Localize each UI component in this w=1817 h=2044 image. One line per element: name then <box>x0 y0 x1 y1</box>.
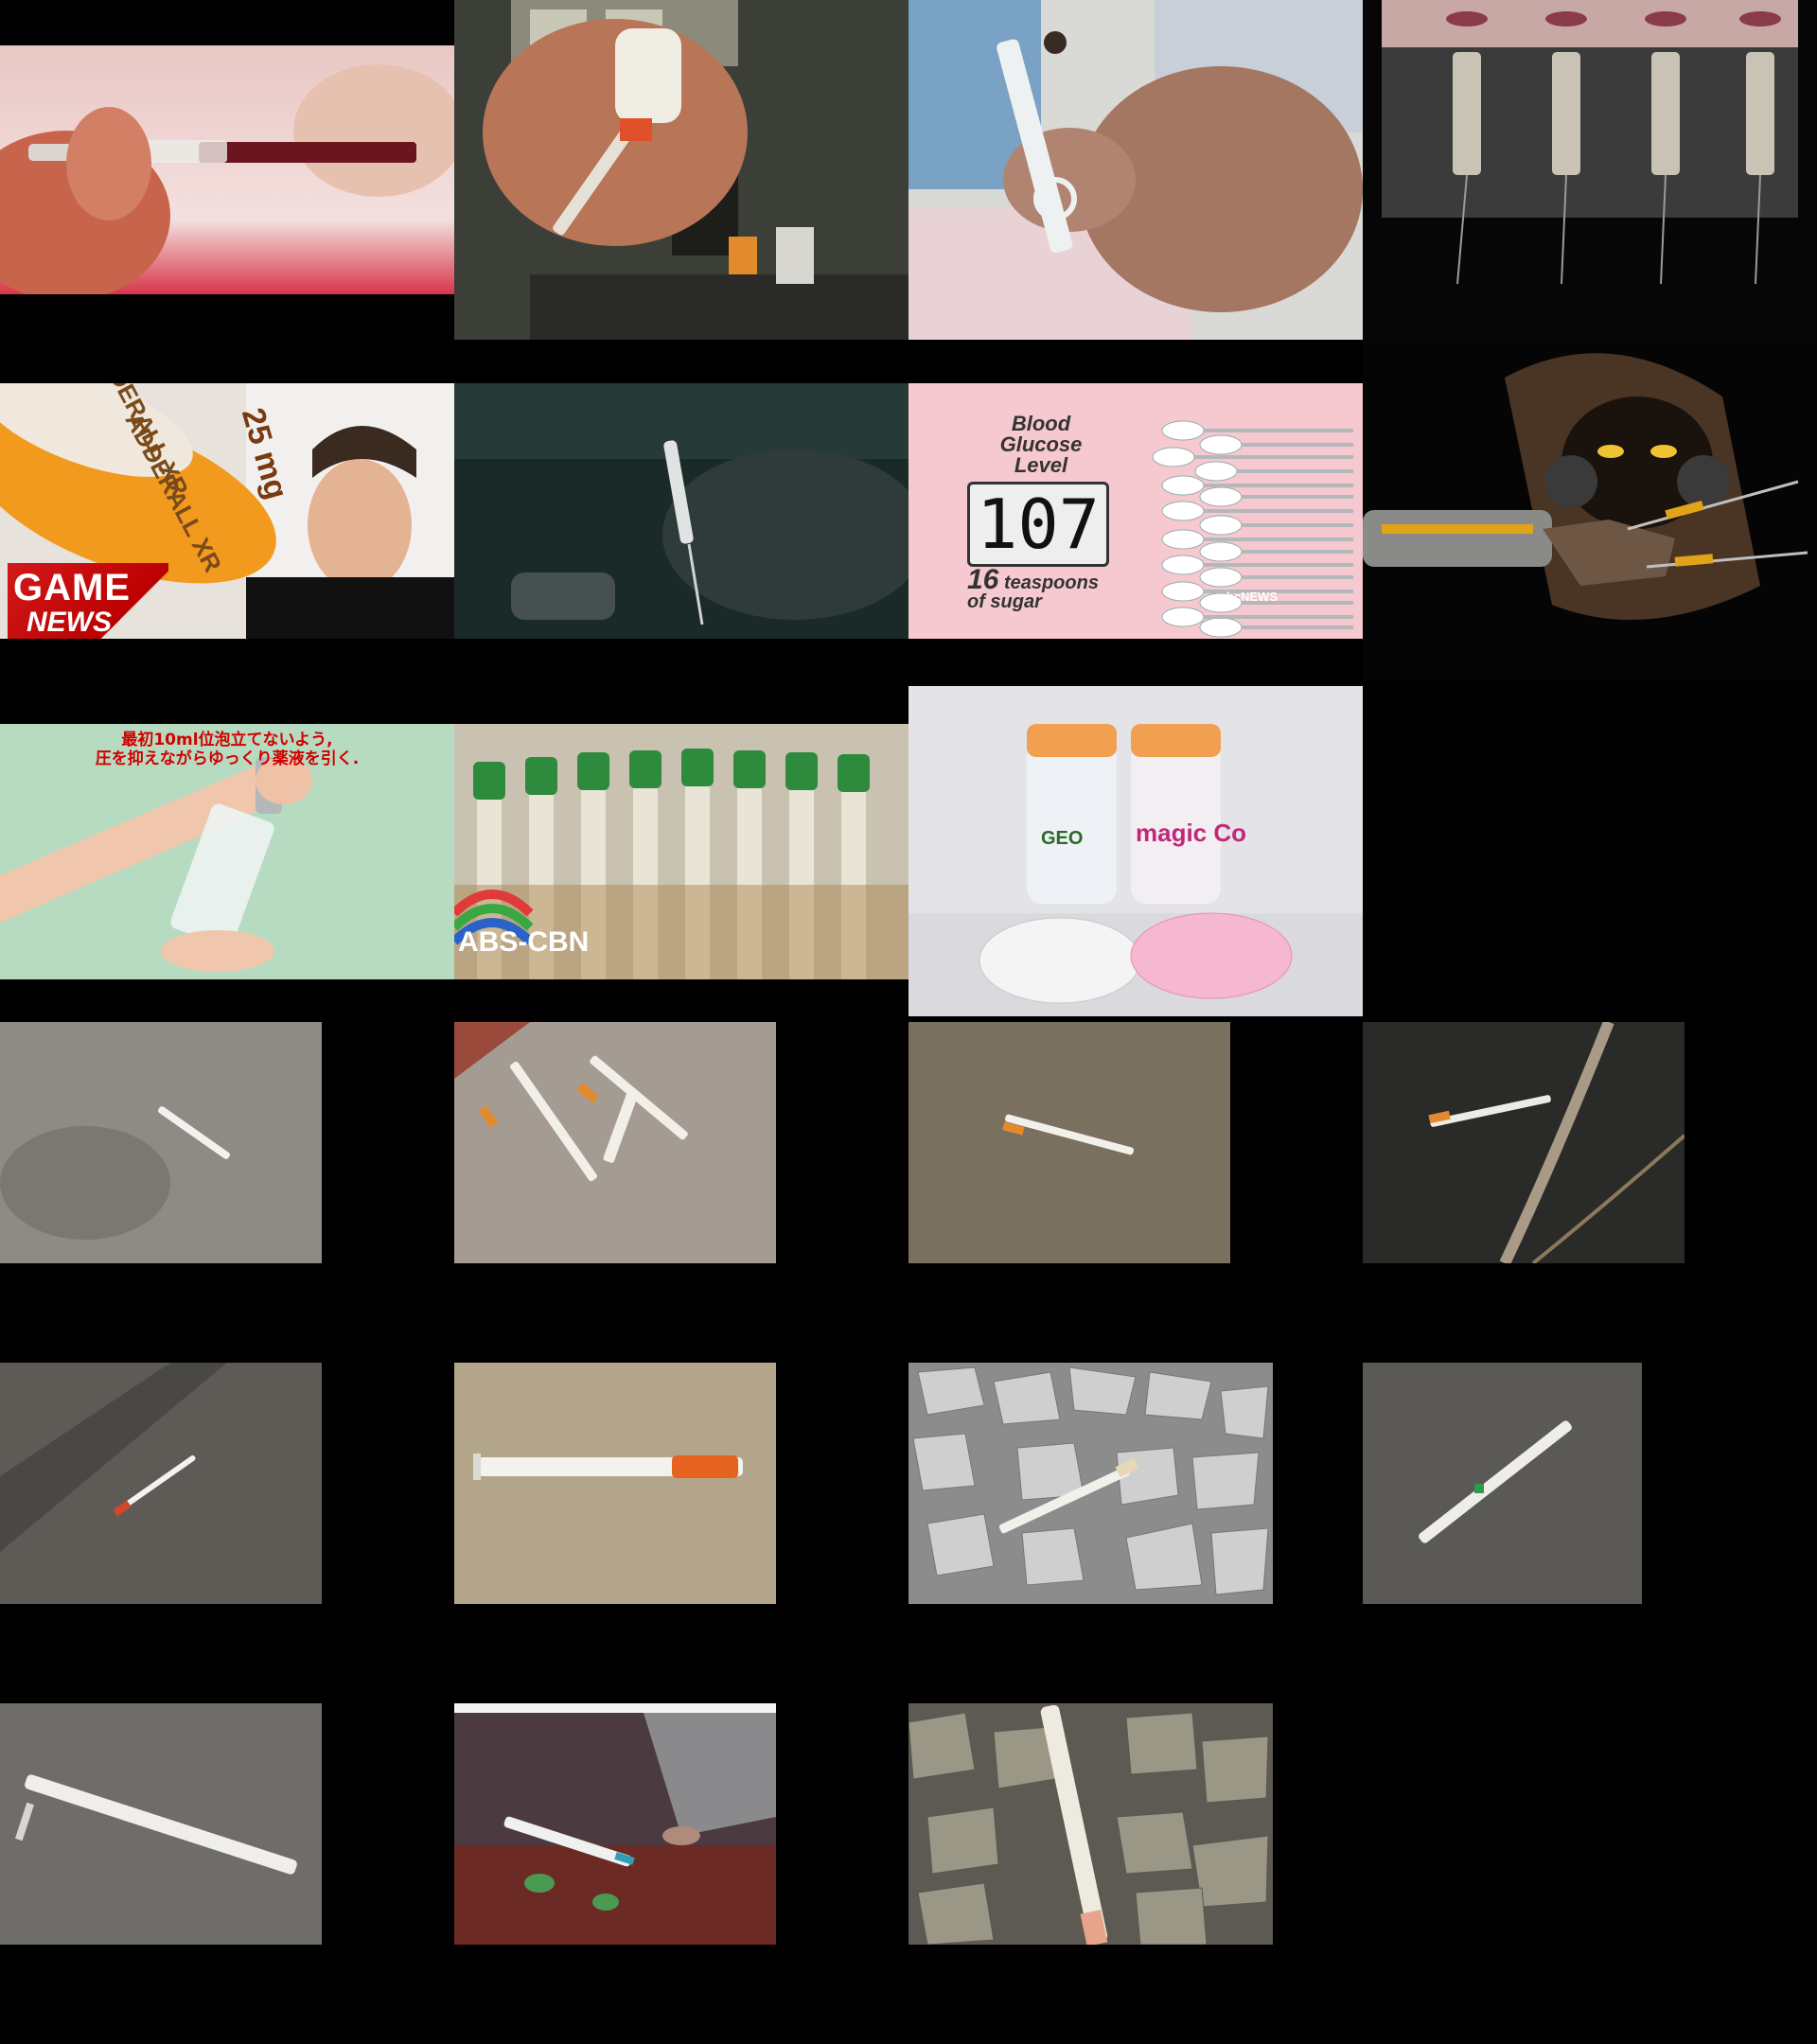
syringe-dirt-image <box>908 1022 1230 1263</box>
thumbnail-syringe-gravel[interactable] <box>908 1363 1273 1604</box>
teaspoons-line-2: of sugar <box>967 591 1042 612</box>
glucose-title: Blood Glucose Level <box>975 414 1107 476</box>
thumbnail-syringe-blood-draw[interactable] <box>0 45 454 294</box>
thumbnail-syringes-sidewalk[interactable] <box>454 1022 776 1263</box>
brand-label-2: magic Co <box>1136 819 1247 847</box>
thumbnail-syringes-hanging-dark[interactable] <box>1363 0 1817 340</box>
thumbnail-blood-glucose-infographic[interactable]: Blood Glucose Level 107 16 teaspoons of … <box>908 383 1363 639</box>
thumbnail-pills-presenter[interactable]: ADDERALL XR 25 mg ADDERALL XR GAME NEWS <box>0 383 454 639</box>
syringe-asphalt-close-image <box>0 1703 322 1945</box>
syringe-dark-ground-image <box>1363 1022 1685 1263</box>
contact-lens-vials-image <box>908 686 1363 1016</box>
thumbnail-syringe-hands-newspaper[interactable] <box>908 0 1363 340</box>
glucose-title-line-2: Glucose <box>999 432 1083 456</box>
syringe-blood-draw-image <box>0 45 454 294</box>
syringe-pavement-orange-image <box>454 1363 776 1604</box>
thumbnail-syringe-arm-japanese[interactable]: 最初10ml位泡立てないよう, 圧を抑えながらゆっくり薬液を引く. <box>0 724 454 979</box>
thumbnail-syringe-asphalt-close[interactable] <box>0 1703 322 1945</box>
glucose-title-line-1: Blood <box>1011 412 1071 435</box>
thumbnail-syringe-pavement-orange[interactable] <box>454 1363 776 1604</box>
caption-line-2: 圧を抑えながらゆっくり薬液を引く. <box>95 749 360 768</box>
thumbnail-syringe-rocks[interactable] <box>908 1703 1273 1945</box>
syringe-grey-ground-image <box>1363 1363 1642 1604</box>
thumbnail-syringe-grey-ground[interactable] <box>1363 1363 1642 1604</box>
thumbnail-hooded-figure-syringe-claw[interactable] <box>1363 340 1817 680</box>
syringes-sidewalk-image <box>454 1022 776 1263</box>
thumbnail-syringe-asphalt[interactable] <box>0 1363 322 1604</box>
syringe-gloved-hand-image <box>454 383 908 639</box>
brand-label-1: GEO <box>1041 828 1084 849</box>
hooded-figure-syringe-claw-image <box>1363 340 1817 680</box>
thumbnail-contact-lens-vials[interactable]: GEO magic Co <box>908 686 1363 1016</box>
syringe-concrete-image <box>0 1022 322 1263</box>
thumbnail-syringe-gloved-hand[interactable] <box>454 383 908 639</box>
network-logo: abcNEWS <box>1219 590 1278 604</box>
syringes-hanging-dark-image <box>1363 0 1817 340</box>
network-logo: ABS-CBN <box>458 926 590 958</box>
syringe-gravel-image <box>908 1363 1273 1604</box>
thumbnail-blood-vials[interactable]: ABS-CBN <box>454 724 908 979</box>
pills-presenter-image <box>0 383 454 639</box>
thumbnail-syringe-dark-ground[interactable] <box>1363 1022 1685 1263</box>
thumbnail-syringe-concrete[interactable] <box>0 1022 322 1263</box>
syringe-hands-newspaper-image <box>908 0 1363 340</box>
thumbnail-syringe-soil-plants[interactable] <box>454 1703 776 1945</box>
teaspoons-caption: 16 teaspoons of sugar <box>967 566 1099 612</box>
glucose-title-line-3: Level <box>1014 453 1068 477</box>
thumbnail-syringe-dirt[interactable] <box>908 1022 1230 1263</box>
syringe-kitchen-image <box>454 0 908 340</box>
syringe-asphalt-image <box>0 1363 322 1604</box>
syringe-rocks-image <box>908 1703 1273 1945</box>
teaspoons-line-1: teaspoons <box>1003 573 1099 593</box>
glucose-reading: 107 <box>967 482 1109 567</box>
thumbnail-syringe-kitchen[interactable] <box>454 0 908 340</box>
syringe-soil-plants-image <box>454 1703 776 1945</box>
